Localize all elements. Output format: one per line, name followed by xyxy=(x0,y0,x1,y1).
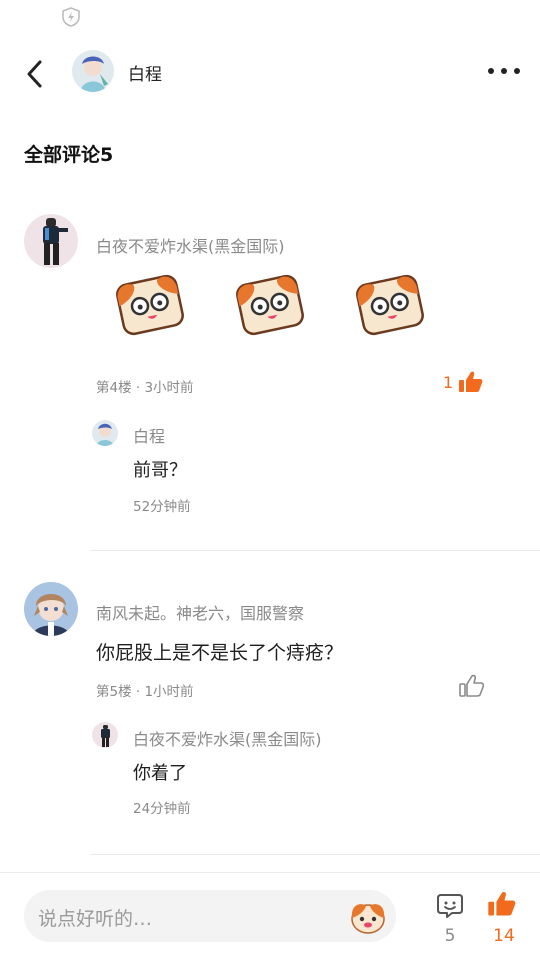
thumb-up-icon[interactable] xyxy=(458,674,484,698)
comment-count: 5 xyxy=(444,926,456,946)
sticker-emoji xyxy=(236,274,304,336)
reply-time: 24分钟前 xyxy=(133,801,191,817)
header-avatar[interactable] xyxy=(72,50,114,92)
comments-section-title: 全部评论5 xyxy=(24,144,114,166)
reply-avatar[interactable] xyxy=(92,722,118,748)
shield-bolt-icon xyxy=(62,7,80,27)
sticker-emoji xyxy=(356,274,424,336)
back-button[interactable] xyxy=(22,58,50,90)
reply-username[interactable]: 白夜不爱炸水渠(黑金国际) xyxy=(133,726,322,750)
bottom-bar-divider xyxy=(0,872,540,873)
thumb-up-icon[interactable] xyxy=(486,890,516,918)
comment-username[interactable]: 白夜不爱炸水渠(黑金国际) xyxy=(96,233,285,257)
header-username[interactable]: 白程 xyxy=(128,60,162,85)
thumb-up-icon[interactable] xyxy=(457,370,483,394)
comment-floor-time: 第5楼 · 1小时前 xyxy=(96,684,194,700)
comment-username[interactable]: 南风未起。神老六，国服警察 xyxy=(96,600,304,624)
reply-text: 你着了 xyxy=(133,763,187,784)
like-count: 1 xyxy=(443,373,454,392)
like-count: 14 xyxy=(493,926,515,946)
more-icon[interactable] xyxy=(486,63,522,79)
back-arrow-icon xyxy=(27,60,42,88)
reply-avatar[interactable] xyxy=(92,420,118,446)
reply-username[interactable]: 白程 xyxy=(133,423,165,447)
sticker-emoji xyxy=(116,274,184,336)
divider xyxy=(90,550,540,551)
divider xyxy=(90,854,540,855)
avatar[interactable] xyxy=(24,582,78,636)
comment-floor-time: 第4楼 · 3小时前 xyxy=(96,380,194,396)
reply-time: 52分钟前 xyxy=(133,499,191,515)
comment-input-placeholder: 说点好听的… xyxy=(38,908,153,930)
emoji-icon[interactable] xyxy=(348,898,388,936)
reply-text: 前哥？ xyxy=(133,460,187,481)
avatar[interactable] xyxy=(24,214,78,268)
comment-bubble-icon[interactable] xyxy=(436,892,464,920)
comment-text: 你屁股上是不是长了个痔疮？ xyxy=(96,642,344,664)
